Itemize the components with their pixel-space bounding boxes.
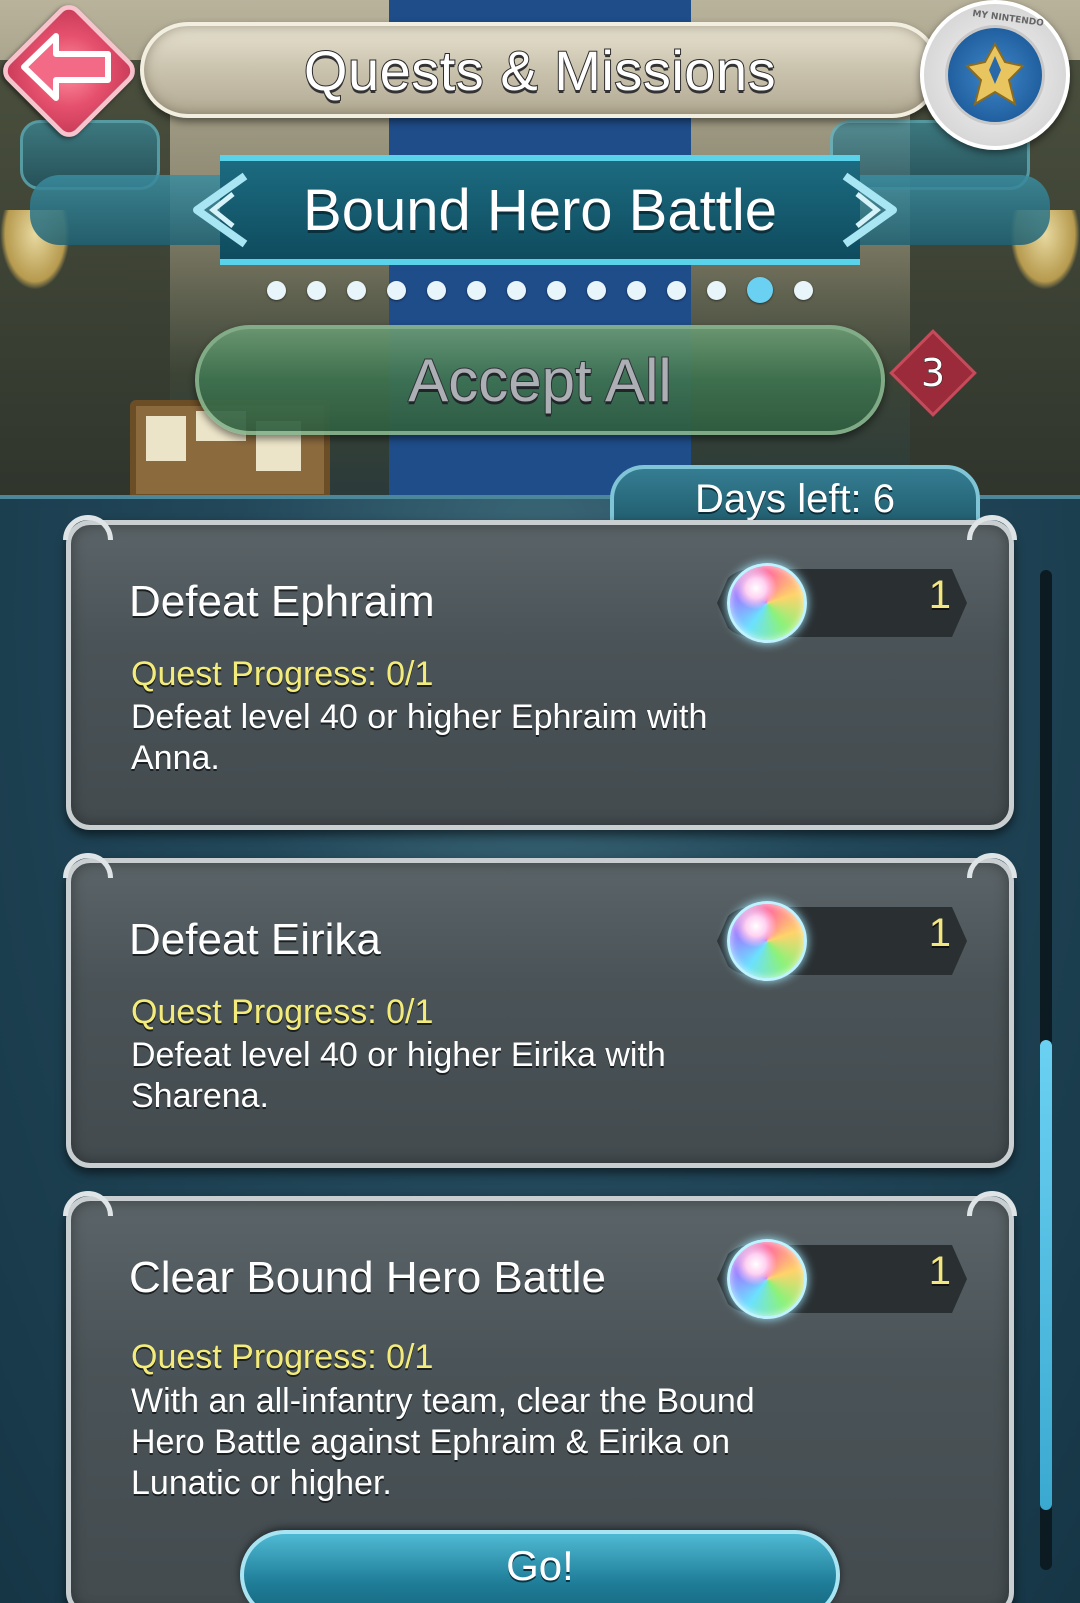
page-dot [587,280,606,300]
accept-all-label: Accept All [407,346,672,415]
quest-description: With an all-infantry team, clear the Bou… [131,1382,755,1502]
section-banner: Bound Hero Battle [30,155,1050,265]
page-dot-active [747,277,773,303]
next-section-arrow-icon[interactable] [830,170,910,250]
quest-description: Defeat level 40 or higher Eirika with Sh… [131,1036,666,1115]
page-title: Quests & Missions [303,38,777,103]
orb-icon [727,1239,807,1319]
scrollbar[interactable] [1040,570,1052,1570]
section-plate: Bound Hero Battle [220,155,860,265]
orb-icon [727,563,807,643]
page-indicator [0,275,1080,305]
page-dot [387,280,406,300]
quest-title: Defeat Ephraim [129,577,435,626]
previous-section-arrow-icon[interactable] [180,170,260,250]
accept-all-button[interactable]: Accept All [195,325,885,435]
quest-title: Clear Bound Hero Battle [129,1253,606,1302]
reward-count: 1 [928,573,951,617]
page-dot [347,280,366,300]
quest-progress: Quest Progress: 0/1 [131,655,434,693]
orb-icon [727,901,807,981]
emblem-icon [945,25,1045,125]
page-dot [707,280,726,300]
back-arrow-icon[interactable] [16,22,116,112]
page-dot [467,280,486,300]
quest-description: Defeat level 40 or higher Ephraim with A… [131,698,708,777]
quest-progress: Quest Progress: 0/1 [131,993,434,1031]
title-bar: Quests & Missions [140,22,940,118]
go-button-label: Go! [506,1542,574,1589]
accept-count: 3 [920,351,946,396]
page-dot [507,280,526,300]
page-dot [307,280,326,300]
page-dot [667,280,686,300]
page-dot [627,280,646,300]
quest-progress: Quest Progress: 0/1 [131,1338,434,1376]
scrollbar-thumb[interactable] [1040,1040,1052,1510]
page-dot [267,280,286,300]
quest-title: Defeat Eirika [129,915,381,964]
reward-count: 1 [928,1249,951,1293]
page-dot [427,280,446,300]
go-button[interactable]: Go! [240,1530,840,1603]
quest-card[interactable]: Defeat Eirika 1 Quest Progress: 0/1 Defe… [66,858,1014,1168]
section-title: Bound Hero Battle [303,177,777,243]
page-dot [547,280,566,300]
my-nintendo-badge[interactable]: MY NINTENDO [920,0,1070,150]
quest-card[interactable]: Defeat Ephraim 1 Quest Progress: 0/1 Def… [66,520,1014,830]
reward-count: 1 [928,911,951,955]
page-dot [794,280,813,300]
